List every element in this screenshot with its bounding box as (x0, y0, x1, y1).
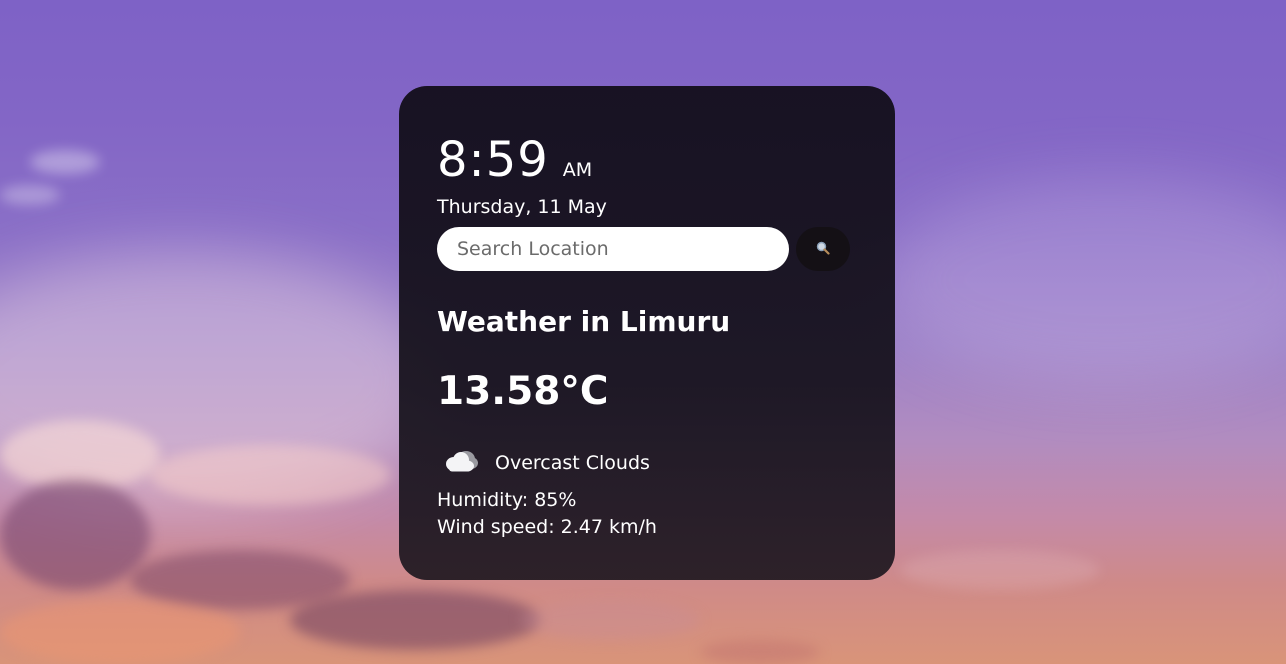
search-input[interactable] (437, 227, 789, 271)
humidity-readout: Humidity: 85% (437, 489, 577, 511)
clock: 8:59 AM (437, 132, 592, 188)
weather-card: 8:59 AM Thursday, 11 May Weather in Limu… (399, 86, 895, 580)
wind-speed-readout: Wind speed: 2.47 km/h (437, 516, 657, 538)
clock-time: 8:59 (437, 132, 549, 188)
temperature-value: 13.58°C (437, 369, 609, 414)
search-button[interactable] (796, 227, 850, 271)
weather-condition: Overcast Clouds (443, 448, 650, 478)
cloud-icon (443, 448, 479, 478)
condition-label: Overcast Clouds (495, 452, 650, 474)
location-title: Weather in Limuru (437, 305, 731, 338)
search-icon (816, 240, 830, 259)
clock-date: Thursday, 11 May (437, 196, 607, 218)
clock-period: AM (562, 159, 593, 181)
